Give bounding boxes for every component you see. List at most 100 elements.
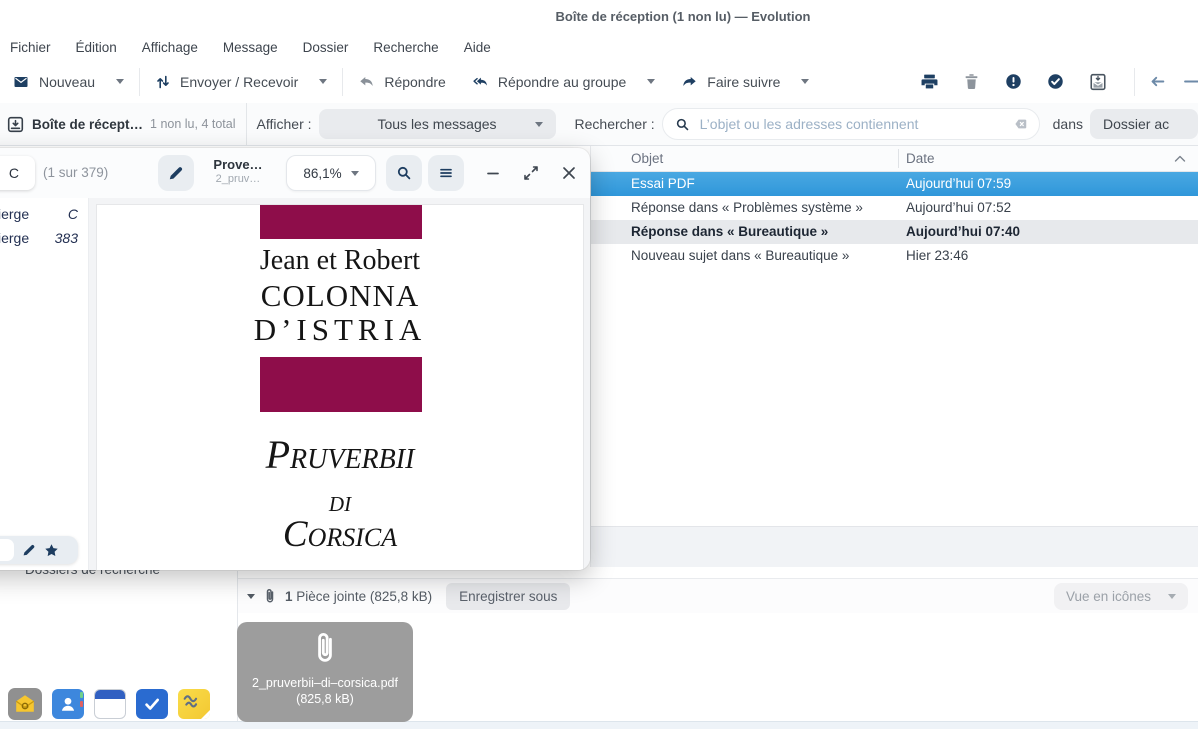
column-header-subject[interactable]: Objet [591,146,898,171]
switcher-mail-button[interactable] [8,688,42,720]
window-titlebar: Boîte de réception (1 non lu) — Evolutio… [0,0,1198,34]
reply-button[interactable]: Répondre [358,74,446,90]
search-scope-dropdown[interactable]: Dossier ac [1090,109,1198,139]
forward-button[interactable]: Faire suivre [681,74,809,90]
trash-icon[interactable] [963,73,980,90]
menu-item-recherche[interactable]: Recherche [373,40,438,55]
attachment-tile[interactable]: 2_pruverbii–di–corsica.pdf (825,8 kB) [237,622,413,722]
switcher-tasks-button[interactable] [136,689,168,719]
message-row[interactable]: Réponse dans « Problèmes système » Aujou… [591,196,1198,220]
attachment-file-size: (825,8 kB) [237,692,413,706]
menu-item-aide[interactable]: Aide [464,40,491,55]
filter-caret-icon [535,122,543,127]
tasks-check-icon [142,695,162,713]
search-input[interactable] [698,115,1013,133]
annotate-button[interactable] [158,155,194,191]
switcher-contacts-button[interactable] [52,689,84,719]
maximize-button[interactable] [523,165,539,181]
cover-title-word3: Corsica [97,515,583,555]
column-header-date[interactable]: Date [898,146,1198,171]
new-message-caret-icon[interactable] [116,79,124,84]
preview-pane-divider[interactable] [591,526,1198,567]
pdf-viewer-body: ierge C ierge 383 [0,198,590,570]
outline-label: ierge [0,226,29,250]
save-as-button[interactable]: Enregistrer sous [446,583,570,610]
send-receive-caret-icon[interactable] [319,79,327,84]
close-button[interactable] [561,165,577,181]
search-label: Rechercher : [575,116,655,132]
view-mode-dropdown[interactable]: Vue en icônes [1054,583,1188,610]
menu-item-affichage[interactable]: Affichage [142,40,198,55]
previous-message-icon[interactable] [1149,73,1166,90]
attachment-count: 1 [285,589,293,604]
junk-icon[interactable] [1005,73,1022,90]
send-receive-button[interactable]: Envoyer / Recevoir [155,74,327,90]
sidebar-mode-active-segment[interactable] [0,539,14,561]
annotations-pencil-icon[interactable] [22,543,36,557]
print-icon[interactable] [921,73,938,90]
hamburger-icon [438,165,454,181]
search-scope-value: Dossier ac [1103,116,1169,132]
zoom-caret-icon [351,171,359,176]
find-in-document-button[interactable] [386,155,422,191]
zoom-level-value: 86,1% [303,166,341,181]
attachment-bar: 1 Pièce jointe (825,8 kB) Enregistrer so… [238,578,1198,613]
switcher-calendar-button[interactable] [94,689,126,719]
current-folder-name[interactable]: Boîte de récept… [32,117,143,132]
calendar-icon [95,690,125,699]
pdf-content-area[interactable]: Jean et Robert COLONNA D’ISTRIA Pruverbi… [89,198,590,570]
move-to-folder-icon[interactable] [1089,73,1107,91]
outline-row[interactable]: ierge 383 [0,226,88,250]
message-list-panel: Objet Date Essai PDF Aujourd’hui 07:59 R… [590,146,1198,567]
evolution-window: Boîte de réception (1 non lu) — Evolutio… [0,0,1198,729]
attachment-summary: 1 Pièce jointe (825,8 kB) [285,589,432,604]
message-row[interactable]: Essai PDF Aujourd’hui 07:59 [591,172,1198,196]
outline-page: C [68,202,78,226]
reply-group-caret-icon[interactable] [647,79,655,84]
attachment-label: Pièce jointe (825,8 kB) [296,589,432,604]
search-field[interactable] [662,108,1040,140]
menu-item-fichier[interactable]: Fichier [10,40,51,55]
outline-label: ierge [0,202,29,226]
attachment-expander-icon[interactable] [247,594,255,599]
message-subject: Essai PDF [591,172,898,196]
paperclip-icon [264,588,276,605]
forward-caret-icon[interactable] [801,79,809,84]
menubar: Fichier Édition Affichage Message Dossie… [0,34,1198,60]
window-title: Boîte de réception (1 non lu) — Evolutio… [556,9,811,24]
memo-fold [201,710,210,719]
next-message-icon[interactable] [1184,73,1198,90]
new-message-button[interactable]: Nouveau [12,74,124,90]
search-icon [675,117,690,132]
cover-author-line1: Jean et Robert [97,245,583,277]
not-junk-icon[interactable] [1047,73,1064,90]
menu-item-message[interactable]: Message [223,40,278,55]
minimize-button[interactable] [485,165,501,181]
message-row[interactable]: Nouveau sujet dans « Bureautique » Hier … [591,244,1198,268]
message-filter-dropdown[interactable]: Tous les messages [319,109,556,139]
message-subject: Réponse dans « Bureautique » [591,220,898,244]
main-menu-button[interactable] [428,155,464,191]
cover-band-bottom [260,357,422,412]
zoom-level-dropdown[interactable]: 86,1% [286,155,376,191]
column-divider[interactable] [898,149,899,168]
reply-label: Répondre [384,74,446,90]
clear-search-icon[interactable] [1013,117,1029,131]
status-strip [0,721,1198,729]
bookmarks-star-icon[interactable] [44,543,59,558]
document-title-block: Prove… 2_pruv… [196,157,280,185]
reply-arrow-icon [358,74,375,90]
menu-item-edition[interactable]: Édition [76,40,117,55]
view-switcher [8,688,210,720]
sort-ascending-icon[interactable] [1174,154,1186,163]
message-row[interactable]: Réponse dans « Bureautique » Aujourd’hui… [591,220,1198,244]
switcher-memos-button[interactable] [178,689,210,719]
menu-item-dossier[interactable]: Dossier [303,40,349,55]
page-number-entry[interactable]: C [0,156,35,190]
pdf-page: Jean et Robert COLONNA D’ISTRIA Pruverbi… [97,205,583,570]
document-title: Prove… [196,157,280,172]
page-count-label: (1 sur 379) [43,148,108,198]
reply-group-button[interactable]: Répondre au groupe [472,74,655,90]
forward-label: Faire suivre [707,74,780,90]
outline-row[interactable]: ierge C [0,202,88,226]
